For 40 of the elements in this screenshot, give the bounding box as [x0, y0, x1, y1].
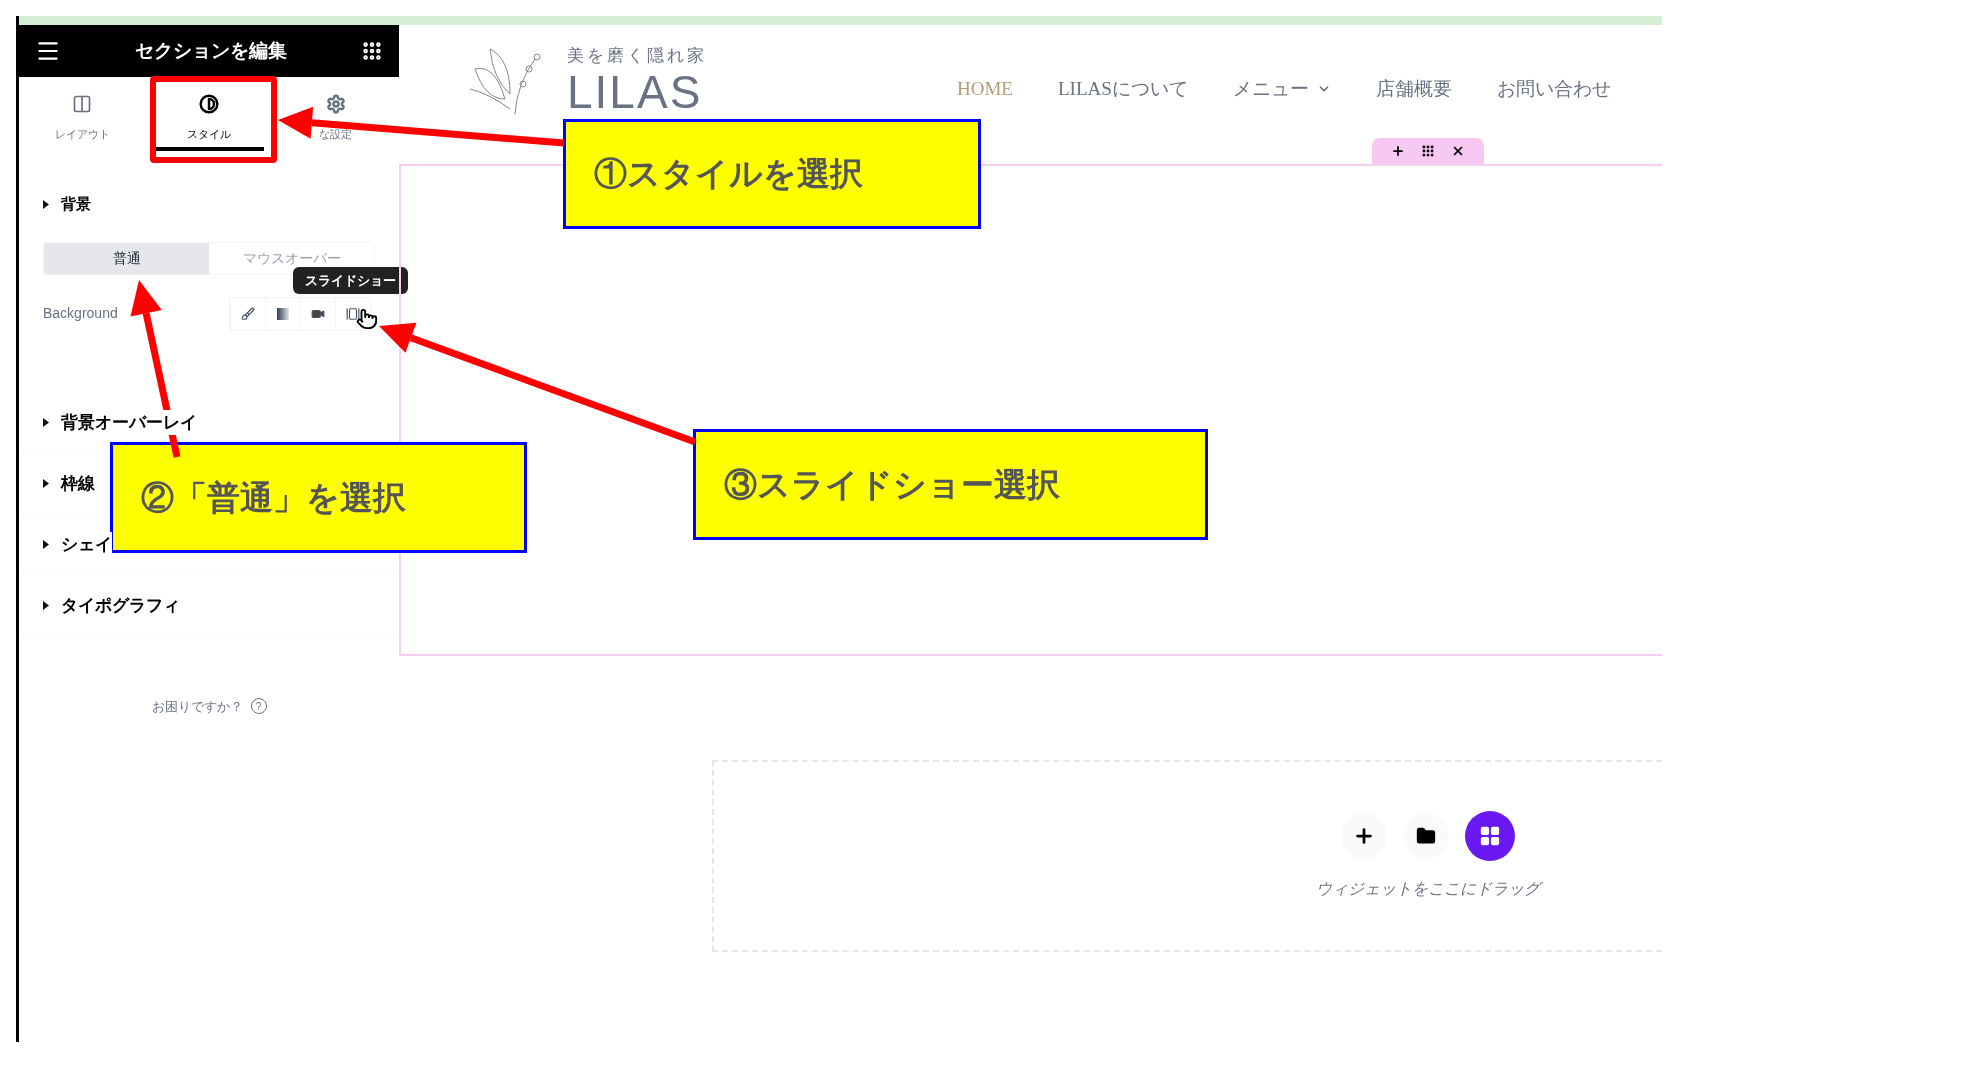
field-label: Background — [43, 304, 118, 323]
nav-link[interactable]: メニュー — [1232, 75, 1331, 104]
folder-icon — [1416, 826, 1436, 846]
caret-icon — [43, 418, 49, 427]
tooltip: スライドショー — [293, 266, 408, 294]
plus-icon — [1353, 825, 1375, 847]
site-logo[interactable]: LILAS — [567, 68, 707, 115]
site-tagline: 美を磨く隠れ家 — [567, 45, 707, 68]
nav-link[interactable]: お問い合わせ — [1496, 75, 1611, 104]
widget-button[interactable] — [1465, 811, 1515, 861]
nav-link[interactable]: LILASについて — [1057, 75, 1188, 104]
caret-icon — [43, 199, 49, 209]
settings-icon — [325, 93, 346, 114]
gradient-icon — [277, 307, 289, 320]
panel-tab[interactable]: レイアウト — [27, 77, 138, 151]
folder-button[interactable] — [1403, 813, 1449, 859]
section-title[interactable]: 背景 — [61, 193, 91, 216]
grid-icon — [1479, 825, 1501, 847]
drag-handle-icon[interactable] — [1421, 144, 1435, 158]
section-title[interactable]: 背景オーバーレイ — [61, 409, 197, 436]
caret-icon — [43, 540, 49, 549]
help-link[interactable]: お困りですか？ — [151, 696, 243, 716]
columns-icon — [72, 93, 93, 114]
caret-icon — [43, 601, 49, 610]
add-icon[interactable] — [1391, 144, 1405, 158]
nav-link[interactable]: 店舗概要 — [1375, 75, 1452, 104]
state-tab[interactable]: 普通 — [44, 242, 209, 274]
apps-grid-icon[interactable] — [361, 40, 383, 62]
callout: ③スライドショー選択 — [693, 429, 1208, 540]
add-button[interactable] — [1341, 813, 1387, 859]
caret-icon — [43, 479, 49, 488]
contrast-icon — [199, 93, 219, 114]
panel-title: セクションを編集 — [135, 38, 287, 63]
brush-icon — [241, 306, 255, 321]
close-icon[interactable] — [1451, 144, 1465, 158]
callout: ②「普通」を選択 — [110, 442, 527, 553]
callout: ①スタイルを選択 — [563, 119, 981, 229]
slideshow-icon — [346, 306, 360, 321]
panel-tab[interactable]: な設定 — [280, 77, 391, 151]
panel-tab[interactable]: スタイル — [153, 77, 265, 151]
